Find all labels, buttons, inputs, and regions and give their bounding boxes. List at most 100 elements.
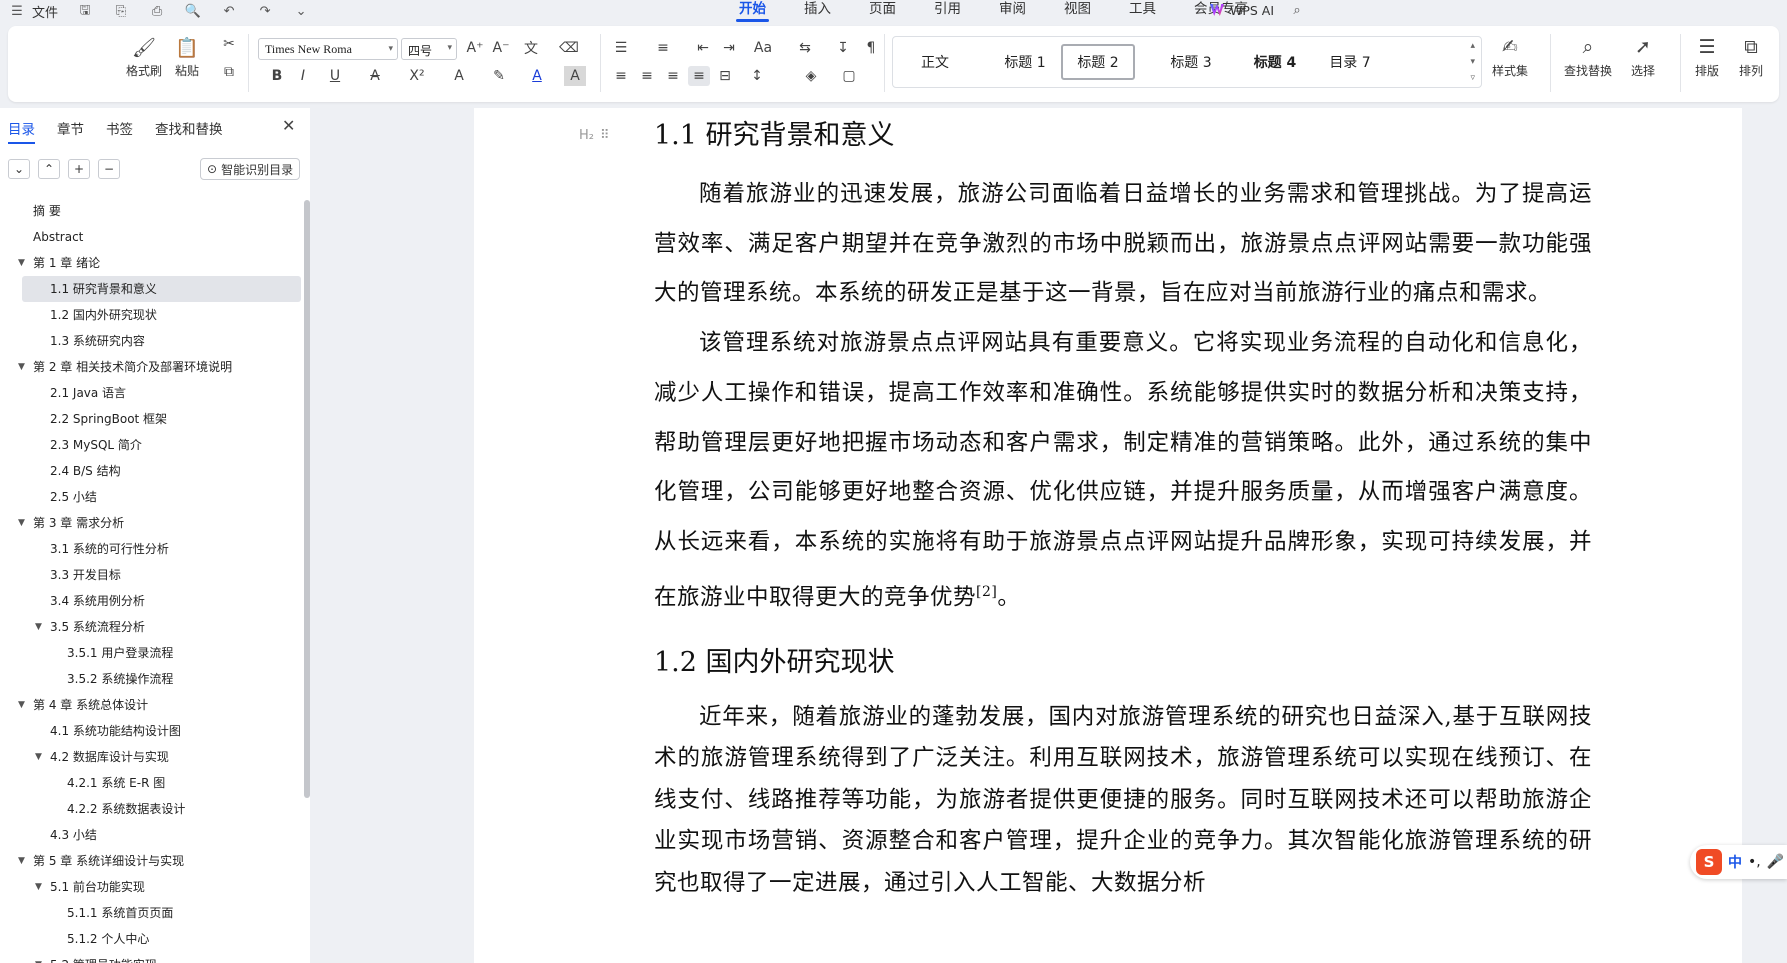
align-left-icon[interactable]: ≡ xyxy=(610,66,632,86)
expand-arrow-icon[interactable]: ▼ xyxy=(18,510,25,536)
borders-icon[interactable]: ▢ xyxy=(838,66,860,86)
paste-button[interactable]: 📋 粘贴 xyxy=(174,34,200,79)
undo-icon[interactable]: ↶ xyxy=(220,3,238,21)
bullet-list-icon[interactable]: ☰ xyxy=(610,38,632,58)
superscript-icon[interactable]: X² xyxy=(406,66,428,86)
print-preview-icon[interactable]: 🔍 xyxy=(184,3,202,21)
bold-icon[interactable]: B xyxy=(266,66,288,86)
text-effect-icon[interactable]: A xyxy=(448,66,470,86)
file-menu[interactable]: ☰ 文件 xyxy=(8,2,58,21)
line-spacing-icon[interactable]: ↕ xyxy=(746,66,768,86)
microphone-icon[interactable]: 🎤 xyxy=(1767,854,1784,870)
menu-tab-4[interactable]: 审阅 xyxy=(980,0,1045,22)
align-center-icon[interactable]: ≡ xyxy=(636,66,658,86)
format-painter-button[interactable]: 🖌 格式刷 xyxy=(126,34,162,79)
toc-item[interactable]: ▼ 第 5 章 系统详细设计与实现 xyxy=(0,848,305,874)
toc-item[interactable]: 3.4 系统用例分析 xyxy=(0,588,305,614)
print-icon[interactable]: ⎙ xyxy=(148,3,166,21)
menu-tab-1[interactable]: 插入 xyxy=(785,0,850,22)
layout-button[interactable]: ☰ 排版 xyxy=(1694,34,1720,79)
toc-item[interactable]: 摘 要 xyxy=(0,198,305,224)
copy-icon[interactable]: ⧉ xyxy=(218,62,240,82)
toc-item[interactable]: 3.5.2 系统操作流程 xyxy=(0,666,305,692)
nav-tab-0[interactable]: 目录 xyxy=(8,118,35,144)
align-right-icon[interactable]: ≡ xyxy=(662,66,684,86)
menu-tab-6[interactable]: 工具 xyxy=(1110,0,1175,22)
toc-scrollbar[interactable] xyxy=(304,200,310,798)
export-icon[interactable]: ⎘ xyxy=(112,3,130,21)
expand-up-icon[interactable]: ⌃ xyxy=(38,159,60,179)
expand-styles-icon[interactable]: ▿ xyxy=(1470,73,1475,83)
underline-icon[interactable]: U xyxy=(324,66,346,86)
nav-tab-3[interactable]: 查找和替换 xyxy=(155,118,223,138)
strikethrough-icon[interactable]: A xyxy=(364,66,386,86)
style-set-button[interactable]: ✍ 样式集 xyxy=(1492,34,1528,79)
citation[interactable]: [2] xyxy=(976,584,997,600)
ime-widget[interactable]: S 中 •, 🎤 xyxy=(1690,845,1787,879)
toc-item[interactable]: 2.2 SpringBoot 框架 xyxy=(0,406,305,432)
search-icon[interactable]: ⌕ xyxy=(1288,1,1306,19)
highlight-icon[interactable]: ✎ xyxy=(488,66,510,86)
style-item-5[interactable]: 目录 7 xyxy=(1319,44,1381,80)
expand-arrow-icon[interactable]: ▼ xyxy=(35,744,42,770)
save-icon[interactable]: 🖫 xyxy=(76,3,94,21)
toc-item[interactable]: 5.1.2 个人中心 xyxy=(0,926,305,952)
toc-item[interactable]: ▼ 第 4 章 系统总体设计 xyxy=(0,692,305,718)
toc-item[interactable]: ▼ 3.5 系统流程分析 xyxy=(0,614,305,640)
expand-arrow-icon[interactable]: ▼ xyxy=(35,874,42,900)
collapse-all-icon[interactable]: ⌄ xyxy=(8,159,30,179)
toc-item[interactable]: 3.3 开发目标 xyxy=(0,562,305,588)
style-item-2[interactable]: 标题 2 xyxy=(1061,44,1135,80)
close-icon[interactable]: ✕ xyxy=(282,116,295,135)
expand-arrow-icon[interactable]: ▼ xyxy=(18,848,25,874)
toc-item[interactable]: 2.5 小结 xyxy=(0,484,305,510)
expand-arrow-icon[interactable]: ▼ xyxy=(35,952,42,963)
heading-marker-icon[interactable]: H₂ ⠿ xyxy=(579,128,610,143)
text-direction-icon[interactable]: ⇆ xyxy=(794,38,816,58)
menu-tab-0[interactable]: 开始 xyxy=(720,0,785,22)
find-replace-button[interactable]: ⌕ 查找替换 xyxy=(1564,34,1612,79)
expand-arrow-icon[interactable]: ▼ xyxy=(35,614,42,640)
expand-arrow-icon[interactable]: ▼ xyxy=(18,250,25,276)
toc-item[interactable]: ▼ 第 1 章 绪论 xyxy=(0,250,305,276)
ime-punct[interactable]: •, xyxy=(1748,854,1761,870)
toc-item[interactable]: ▼ 5.2 管理员功能实现 xyxy=(0,952,305,963)
justify-icon[interactable]: ≡ xyxy=(688,66,710,86)
distribute-icon[interactable]: ⊟ xyxy=(714,66,736,86)
more-chevron-icon[interactable]: ⌄ xyxy=(292,3,310,21)
toc-item[interactable]: 1.3 系统研究内容 xyxy=(0,328,305,354)
sort-icon[interactable]: ↧ xyxy=(832,38,854,58)
add-heading-icon[interactable]: + xyxy=(68,159,90,179)
toc-item[interactable]: 3.5.1 用户登录流程 xyxy=(0,640,305,666)
toc-item[interactable]: 2.1 Java 语言 xyxy=(0,380,305,406)
arrange-button[interactable]: ⧉ 排列 xyxy=(1738,34,1764,79)
menu-tab-3[interactable]: 引用 xyxy=(915,0,980,22)
toc-item[interactable]: 4.1 系统功能结构设计图 xyxy=(0,718,305,744)
toc-item[interactable]: 3.1 系统的可行性分析 xyxy=(0,536,305,562)
toc-item[interactable]: 2.4 B/S 结构 xyxy=(0,458,305,484)
style-item-3[interactable]: 标题 3 xyxy=(1155,44,1227,80)
style-item-1[interactable]: 标题 1 xyxy=(989,44,1061,80)
cut-icon[interactable]: ✂ xyxy=(218,34,240,54)
shrink-font-icon[interactable]: A⁻ xyxy=(490,38,512,58)
toc-item[interactable]: ▼ 5.1 前台功能实现 xyxy=(0,874,305,900)
wps-ai-button[interactable]: WPS AI ⌕ xyxy=(1210,1,1306,19)
nav-tab-1[interactable]: 章节 xyxy=(57,118,84,138)
chevron-up-icon[interactable]: ▴ xyxy=(1470,41,1475,51)
italic-icon[interactable]: I xyxy=(292,66,314,86)
ime-mode[interactable]: 中 xyxy=(1728,852,1742,872)
expand-arrow-icon[interactable]: ▼ xyxy=(18,354,25,380)
toc-item[interactable]: Abstract xyxy=(0,224,305,250)
toc-item[interactable]: 4.3 小结 xyxy=(0,822,305,848)
shading-icon[interactable]: ◈ xyxy=(800,66,822,86)
increase-indent-icon[interactable]: ⇥ xyxy=(718,38,740,58)
toc-item[interactable]: 4.2.2 系统数据表设计 xyxy=(0,796,305,822)
char-shading-icon[interactable]: A xyxy=(564,66,586,86)
decrease-indent-icon[interactable]: ⇤ xyxy=(692,38,714,58)
show-marks-icon[interactable]: ¶ xyxy=(860,38,882,58)
nav-tab-2[interactable]: 书签 xyxy=(106,118,133,138)
menu-tab-5[interactable]: 视图 xyxy=(1045,0,1110,22)
toc-item[interactable]: ▼ 4.2 数据库设计与实现 xyxy=(0,744,305,770)
toc-item[interactable]: 1.1 研究背景和意义 xyxy=(22,276,301,302)
expand-arrow-icon[interactable]: ▼ xyxy=(18,692,25,718)
